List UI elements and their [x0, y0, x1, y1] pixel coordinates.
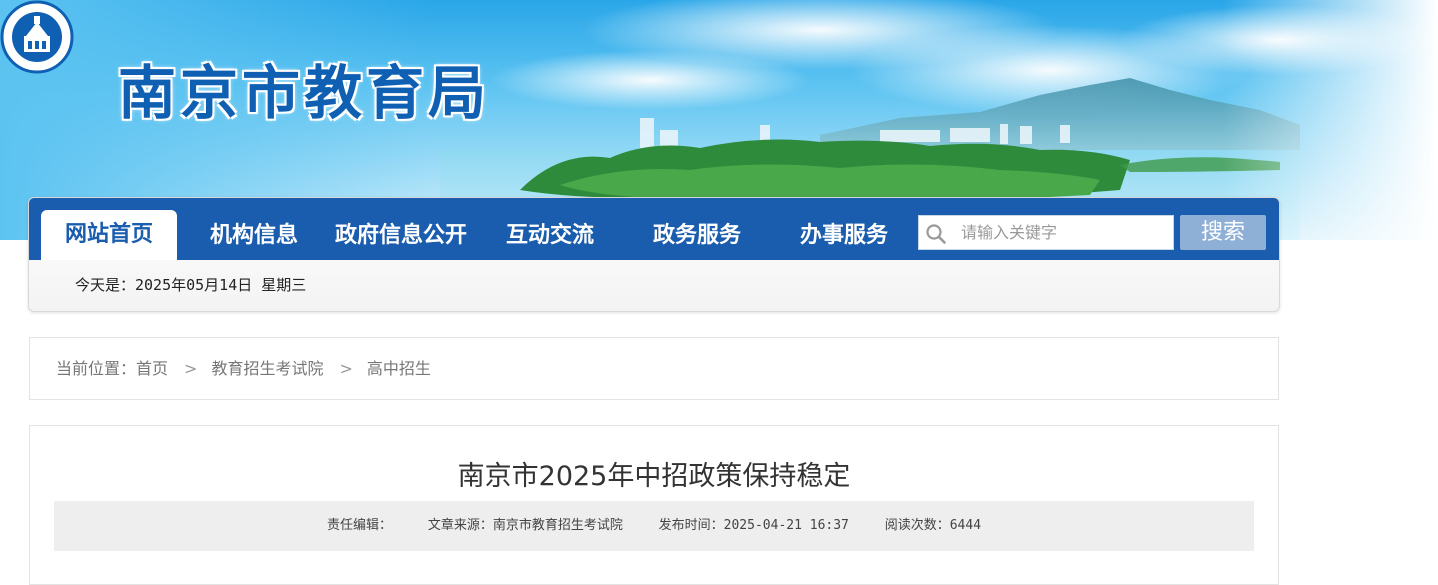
search-icon — [926, 224, 946, 244]
nav-item-organization[interactable]: 机构信息 — [210, 198, 298, 260]
breadcrumb-separator: > — [339, 359, 353, 378]
article-title: 南京市2025年中招政策保持稳定 — [457, 461, 851, 492]
article-meta-bar: 责任编辑： 文章来源：南京市教育招生考试院 发布时间：2025-04-21 16… — [54, 501, 1254, 551]
breadcrumb-item-exam-institute[interactable]: 教育招生考试院 — [211, 359, 323, 378]
site-title: 南京市教育局 — [118, 59, 491, 127]
search-button[interactable]: 搜索 — [1180, 215, 1266, 250]
breadcrumb-separator: > — [184, 359, 198, 378]
breadcrumb-item-high-school-admission[interactable]: 高中招生 — [367, 359, 431, 378]
meta-published: 发布时间：2025-04-21 16:37 — [658, 518, 849, 533]
nav-item-gov-info-public[interactable]: 政府信息公开 — [335, 198, 467, 260]
nanjing-education-seal-icon — [0, 0, 74, 74]
nav-item-handling-services[interactable]: 办事服务 — [800, 198, 888, 260]
nav-item-gov-services[interactable]: 政务服务 — [653, 198, 741, 260]
search-box — [918, 215, 1174, 250]
nav-item-home[interactable]: 网站首页 — [41, 210, 177, 260]
breadcrumb-item-home[interactable]: 首页 — [136, 359, 168, 378]
meta-views: 阅读次数：6444 — [884, 518, 982, 533]
breadcrumb: 当前位置：首页 > 教育招生考试院 > 高中招生 — [29, 337, 1279, 400]
search-input[interactable] — [959, 216, 1169, 249]
meta-source: 文章来源：南京市教育招生考试院 — [427, 518, 623, 533]
main-navigation: 网站首页 机构信息 政府信息公开 互动交流 政务服务 办事服务 搜索 今天是：2… — [28, 197, 1280, 312]
nav-bar: 网站首页 机构信息 政府信息公开 互动交流 政务服务 办事服务 搜索 — [29, 198, 1279, 260]
meta-editor: 责任编辑： — [326, 518, 392, 533]
nav-item-interaction[interactable]: 互动交流 — [506, 198, 594, 260]
current-date: 今天是：2025年05月14日 星期三 — [75, 276, 307, 294]
article-panel: 南京市2025年中招政策保持稳定 责任编辑： 文章来源：南京市教育招生考试院 发… — [29, 425, 1279, 585]
breadcrumb-prefix: 当前位置： — [56, 359, 137, 378]
